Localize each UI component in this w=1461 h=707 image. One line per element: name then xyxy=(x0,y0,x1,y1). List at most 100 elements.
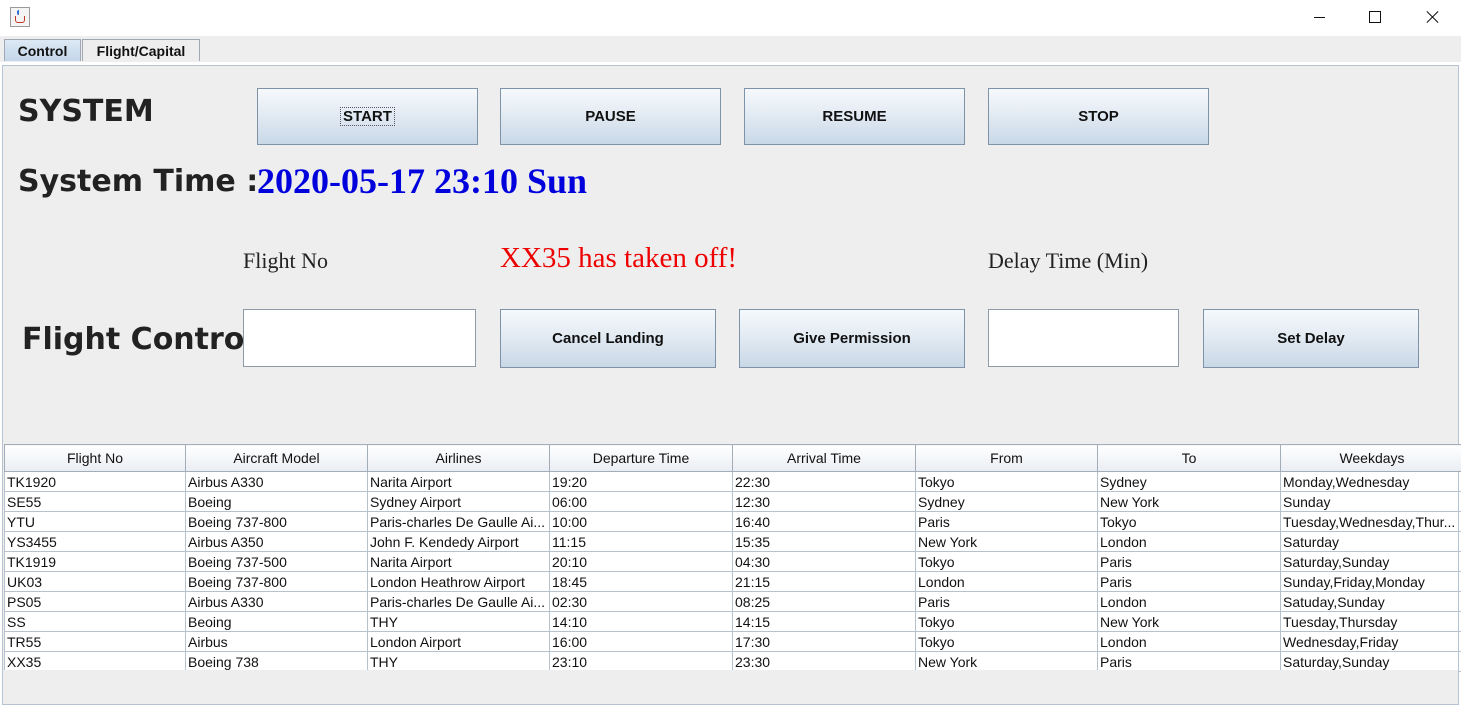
table-cell[interactable]: TK1919 xyxy=(4,551,186,572)
table-cell[interactable]: YTU xyxy=(4,511,186,532)
table-cell[interactable]: 02:30 xyxy=(549,591,733,612)
table-cell[interactable]: Airbus A330 xyxy=(185,591,368,612)
table-cell[interactable]: 10:00 xyxy=(549,511,733,532)
table-cell[interactable]: 16:40 xyxy=(732,511,916,532)
table-row[interactable]: PS05 Airbus A330 Paris-charles De Gaulle A… xyxy=(4,591,1461,612)
table-cell[interactable]: 18:45 xyxy=(549,571,733,592)
table-cell[interactable]: Boeing 737-800 xyxy=(185,571,368,592)
table-cell[interactable]: SS xyxy=(4,611,186,632)
table-cell[interactable]: PS05 xyxy=(4,591,186,612)
delay-time-input[interactable] xyxy=(988,309,1179,367)
table-row[interactable]: YS3455 Airbus A350 John F. Kendedy Airport… xyxy=(4,531,1461,552)
table-cell[interactable]: 11:15 xyxy=(549,531,733,552)
table-cell[interactable]: Tokyo xyxy=(915,551,1098,572)
table-cell[interactable]: Airbus xyxy=(185,631,368,652)
minimize-button[interactable] xyxy=(1296,0,1342,34)
table-cell[interactable]: Narita Airport xyxy=(367,551,550,572)
column-header[interactable]: Arrival Time xyxy=(732,444,916,472)
table-cell[interactable]: New York xyxy=(1097,491,1281,512)
column-header[interactable]: Aircraft Model xyxy=(185,444,368,472)
give-permission-button[interactable]: Give Permission xyxy=(739,309,965,368)
table-cell[interactable]: SE55 xyxy=(4,491,186,512)
maximize-button[interactable] xyxy=(1352,0,1398,34)
table-cell[interactable]: Paris xyxy=(1097,651,1281,672)
table-cell[interactable]: New York xyxy=(1097,611,1281,632)
table-cell[interactable]: Wednesday,Friday xyxy=(1280,631,1461,652)
table-cell[interactable]: Tokyo xyxy=(915,631,1098,652)
table-cell[interactable]: Paris xyxy=(915,511,1098,532)
table-cell[interactable]: Sunday xyxy=(1280,491,1461,512)
table-cell[interactable]: Saturday,Sunday xyxy=(1280,651,1461,672)
table-row[interactable]: SS Beoing THY 14:10 14:15 Tokyo New York Tuesda… xyxy=(4,611,1461,632)
start-button[interactable]: START xyxy=(257,88,478,145)
table-cell[interactable]: Sydney xyxy=(915,491,1098,512)
table-cell[interactable]: London Heathrow Airport xyxy=(367,571,550,592)
table-cell[interactable]: TR55 xyxy=(4,631,186,652)
table-cell[interactable]: 04:30 xyxy=(732,551,916,572)
table-row[interactable]: UK03 Boeing 737-800 London Heathrow Airpor… xyxy=(4,571,1461,592)
table-cell[interactable]: London xyxy=(915,571,1098,592)
flights-table[interactable]: Flight No Aircraft Model Airlines Depart… xyxy=(4,444,1461,672)
table-cell[interactable]: Monday,Wednesday xyxy=(1280,471,1461,492)
tab-flight-capital[interactable]: Flight/Capital xyxy=(82,39,200,61)
table-cell[interactable]: John F. Kendedy Airport xyxy=(367,531,550,552)
table-row[interactable]: TR55 Airbus London Airport 16:00 17:30 Tokyo L… xyxy=(4,631,1461,652)
column-header[interactable]: From xyxy=(915,444,1098,472)
table-cell[interactable]: Boeing 737-500 xyxy=(185,551,368,572)
table-row[interactable]: TK1920 Airbus A330 Narita Airport 19:20 22:3… xyxy=(4,471,1461,492)
table-cell[interactable]: London xyxy=(1097,531,1281,552)
table-cell[interactable]: Boeing 738 xyxy=(185,651,368,672)
table-cell[interactable]: 08:25 xyxy=(732,591,916,612)
table-cell[interactable]: Tokyo xyxy=(915,471,1098,492)
table-cell[interactable]: YS3455 xyxy=(4,531,186,552)
table-cell[interactable]: Sunday,Friday,Monday xyxy=(1280,571,1461,592)
table-row[interactable]: YTU Boeing 737-800 Paris-charles De Gaulle… xyxy=(4,511,1461,532)
table-cell[interactable]: UK03 xyxy=(4,571,186,592)
table-cell[interactable]: London Airport xyxy=(367,631,550,652)
table-cell[interactable]: Paris xyxy=(915,591,1098,612)
table-cell[interactable]: TK1920 xyxy=(4,471,186,492)
table-cell[interactable]: 20:10 xyxy=(549,551,733,572)
table-cell[interactable]: THY xyxy=(367,611,550,632)
table-row[interactable]: TK1919 Boeing 737-500 Narita Airport 20:10 0… xyxy=(4,551,1461,572)
table-cell[interactable]: 15:35 xyxy=(732,531,916,552)
column-header[interactable]: Flight No xyxy=(4,444,186,472)
column-header[interactable]: Airlines xyxy=(367,444,550,472)
table-cell[interactable]: Paris xyxy=(1097,551,1281,572)
table-cell[interactable]: THY xyxy=(367,651,550,672)
table-cell[interactable]: Sydney Airport xyxy=(367,491,550,512)
pause-button[interactable]: PAUSE xyxy=(500,88,721,145)
table-cell[interactable]: London xyxy=(1097,631,1281,652)
table-cell[interactable]: Tuesday,Thursday xyxy=(1280,611,1461,632)
table-cell[interactable]: Airbus A330 xyxy=(185,471,368,492)
flight-no-input[interactable] xyxy=(243,309,476,367)
table-cell[interactable]: Boeing xyxy=(185,491,368,512)
table-cell[interactable]: Tokyo xyxy=(1097,511,1281,532)
table-cell[interactable]: 06:00 xyxy=(549,491,733,512)
set-delay-button[interactable]: Set Delay xyxy=(1203,309,1419,368)
table-cell[interactable]: Tokyo xyxy=(915,611,1098,632)
resume-button[interactable]: RESUME xyxy=(744,88,965,145)
table-cell[interactable]: 17:30 xyxy=(732,631,916,652)
table-cell[interactable]: 19:20 xyxy=(549,471,733,492)
table-cell[interactable]: Paris-charles De Gaulle Ai... xyxy=(367,591,550,612)
table-cell[interactable]: 14:10 xyxy=(549,611,733,632)
table-cell[interactable]: 23:10 xyxy=(549,651,733,672)
column-header[interactable]: Weekdays xyxy=(1280,444,1461,472)
table-cell[interactable]: 23:30 xyxy=(732,651,916,672)
table-cell[interactable]: Saturday,Sunday xyxy=(1280,551,1461,572)
stop-button[interactable]: STOP xyxy=(988,88,1209,145)
table-cell[interactable]: Narita Airport xyxy=(367,471,550,492)
table-cell[interactable]: Airbus A350 xyxy=(185,531,368,552)
table-cell[interactable]: New York xyxy=(915,531,1098,552)
table-cell[interactable]: 14:15 xyxy=(732,611,916,632)
table-cell[interactable]: New York xyxy=(915,651,1098,672)
cancel-landing-button[interactable]: Cancel Landing xyxy=(500,309,716,368)
table-cell[interactable]: 21:15 xyxy=(732,571,916,592)
table-cell[interactable]: Paris-charles De Gaulle Ai... xyxy=(367,511,550,532)
column-header[interactable]: Departure Time xyxy=(549,444,733,472)
tab-control[interactable]: Control xyxy=(4,39,81,61)
table-cell[interactable]: Boeing 737-800 xyxy=(185,511,368,532)
table-cell[interactable]: London xyxy=(1097,591,1281,612)
table-cell[interactable]: Paris xyxy=(1097,571,1281,592)
